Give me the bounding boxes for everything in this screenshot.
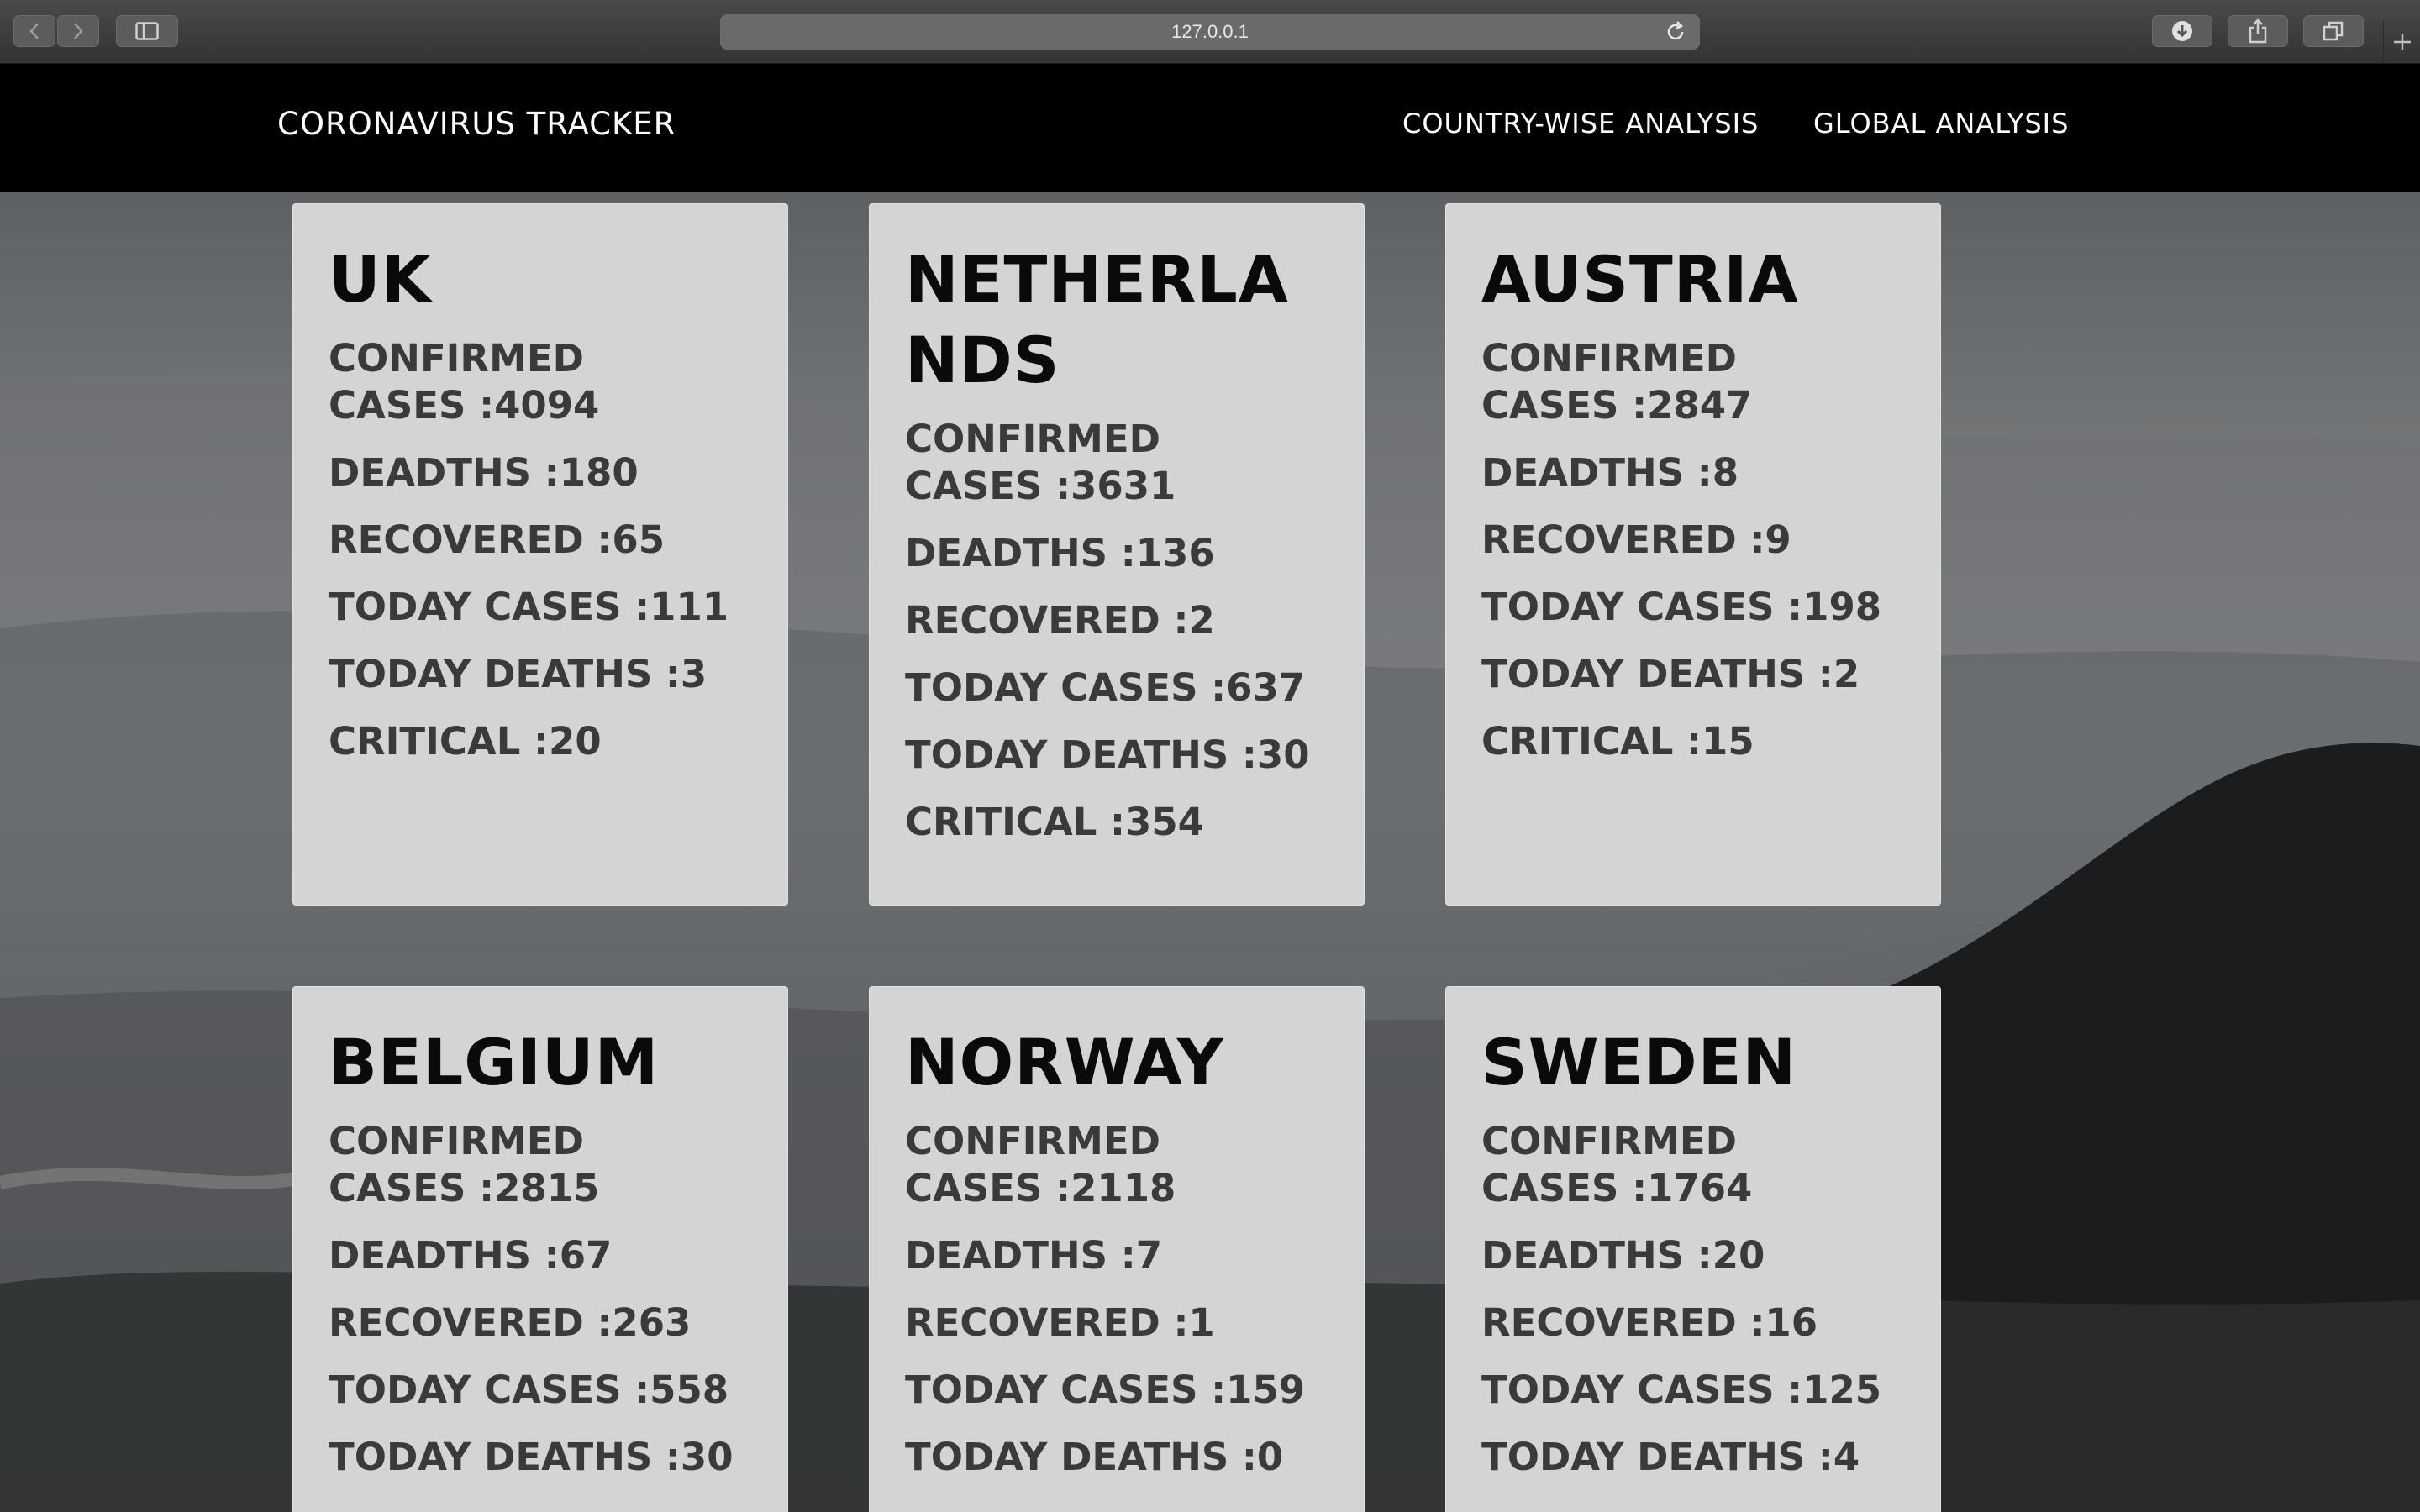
back-button[interactable]	[13, 15, 55, 47]
forward-button[interactable]	[57, 15, 99, 47]
recovered: RECOVERED :65	[329, 517, 666, 562]
deaths: DEADTHS :67	[329, 1233, 613, 1278]
brand-link[interactable]: CORONAVIRUS TRACKER	[277, 106, 676, 142]
nav-global-analysis[interactable]: GLOBAL ANALYSIS	[1813, 108, 2069, 139]
deaths: DEADTHS :180	[329, 450, 639, 495]
deaths: DEADTHS :8	[1481, 450, 1739, 495]
critical: CRITICAL :20	[329, 719, 602, 764]
country-name: AUSTRIA	[1481, 242, 1799, 317]
country-name: UK	[329, 242, 432, 317]
share-button[interactable]	[2228, 15, 2288, 47]
deaths: DEADTHS :136	[905, 531, 1215, 575]
confirmed-cases: CONFIRMED CASES :2118	[905, 1118, 1308, 1212]
address-bar[interactable]: 127.0.0.1	[720, 14, 1700, 50]
browser-toolbar: 127.0.0.1	[0, 0, 2420, 64]
recovered: RECOVERED :263	[329, 1300, 692, 1345]
country-name: NETHERLANDS	[905, 242, 1289, 397]
today-deaths: TODAY DEATHS :2	[1481, 652, 1860, 696]
confirmed-value: :2118	[1055, 1166, 1176, 1210]
recovered: RECOVERED :2	[905, 598, 1215, 643]
country-card-sweden: SWEDEN CONFIRMED CASES :1764 DEADTHS :20…	[1445, 986, 1941, 1512]
sidebar-icon	[135, 22, 159, 40]
forward-icon	[74, 23, 83, 39]
country-name: NORWAY	[905, 1025, 1224, 1100]
today-deaths: TODAY DEATHS :30	[905, 732, 1310, 777]
deaths: DEADTHS :7	[905, 1233, 1163, 1278]
download-icon	[2172, 21, 2192, 41]
back-icon	[29, 23, 39, 39]
site-navbar: CORONAVIRUS TRACKER COUNTRY-WISE ANALYSI…	[0, 64, 2420, 192]
today-cases: TODAY CASES :159	[905, 1368, 1306, 1412]
country-card-netherlands: NETHERLANDS CONFIRMED CASES :3631 DEADTH…	[869, 203, 1365, 906]
confirmed-value: :2815	[479, 1166, 600, 1210]
country-card-norway: NORWAY CONFIRMED CASES :2118 DEADTHS :7 …	[869, 986, 1365, 1512]
critical: CRITICAL :15	[1481, 719, 1754, 764]
confirmed-value: :4094	[479, 383, 600, 428]
today-cases: TODAY CASES :198	[1481, 585, 1882, 629]
confirmed-cases: CONFIRMED CASES :3631	[905, 416, 1308, 510]
today-cases: TODAY CASES :637	[905, 665, 1306, 710]
share-icon	[2249, 18, 2267, 44]
main-content: UK CONFIRMED CASES :4094 DEADTHS :180 RE…	[0, 192, 2420, 1512]
today-cases: TODAY CASES :111	[329, 585, 729, 629]
confirmed-value: :1764	[1632, 1166, 1753, 1210]
confirmed-cases: CONFIRMED CASES :2815	[329, 1118, 732, 1212]
deaths: DEADTHS :20	[1481, 1233, 1765, 1278]
country-card-belgium: BELGIUM CONFIRMED CASES :2815 DEADTHS :6…	[292, 986, 788, 1512]
confirmed-cases: CONFIRMED CASES :4094	[329, 335, 732, 429]
sidebar-button[interactable]	[116, 15, 178, 47]
new-tab-button[interactable]	[2383, 20, 2420, 63]
today-cases: TODAY CASES :125	[1481, 1368, 1882, 1412]
recovered: RECOVERED :1	[905, 1300, 1215, 1345]
confirmed-cases: CONFIRMED CASES :2847	[1481, 335, 1885, 429]
confirmed-value: :3631	[1055, 464, 1176, 508]
confirmed-value: :2847	[1632, 383, 1753, 428]
country-card-uk: UK CONFIRMED CASES :4094 DEADTHS :180 RE…	[292, 203, 788, 906]
new-tab-icon	[2394, 33, 2411, 50]
nav-country-wise-analysis[interactable]: COUNTRY-WISE ANALYSIS	[1402, 108, 1759, 139]
recovered: RECOVERED :9	[1481, 517, 1791, 562]
today-deaths: TODAY DEATHS :0	[905, 1435, 1284, 1479]
today-deaths: TODAY DEATHS :4	[1481, 1435, 1860, 1479]
downloads-button[interactable]	[2152, 15, 2212, 47]
recovered: RECOVERED :16	[1481, 1300, 1818, 1345]
today-cases: TODAY CASES :558	[329, 1368, 729, 1412]
url-text: 127.0.0.1	[1171, 21, 1249, 42]
reload-icon	[1667, 21, 1684, 40]
confirmed-cases: CONFIRMED CASES :1764	[1481, 1118, 1885, 1212]
today-deaths: TODAY DEATHS :30	[329, 1435, 734, 1479]
reload-button[interactable]	[1665, 20, 1686, 49]
today-deaths: TODAY DEATHS :3	[329, 652, 708, 696]
tabs-icon	[2323, 21, 2344, 41]
country-name: SWEDEN	[1481, 1025, 1797, 1100]
critical: CRITICAL :354	[905, 800, 1204, 844]
tabs-overview-button[interactable]	[2303, 15, 2364, 47]
country-name: BELGIUM	[329, 1025, 660, 1100]
country-card-austria: AUSTRIA CONFIRMED CASES :2847 DEADTHS :8…	[1445, 203, 1941, 906]
